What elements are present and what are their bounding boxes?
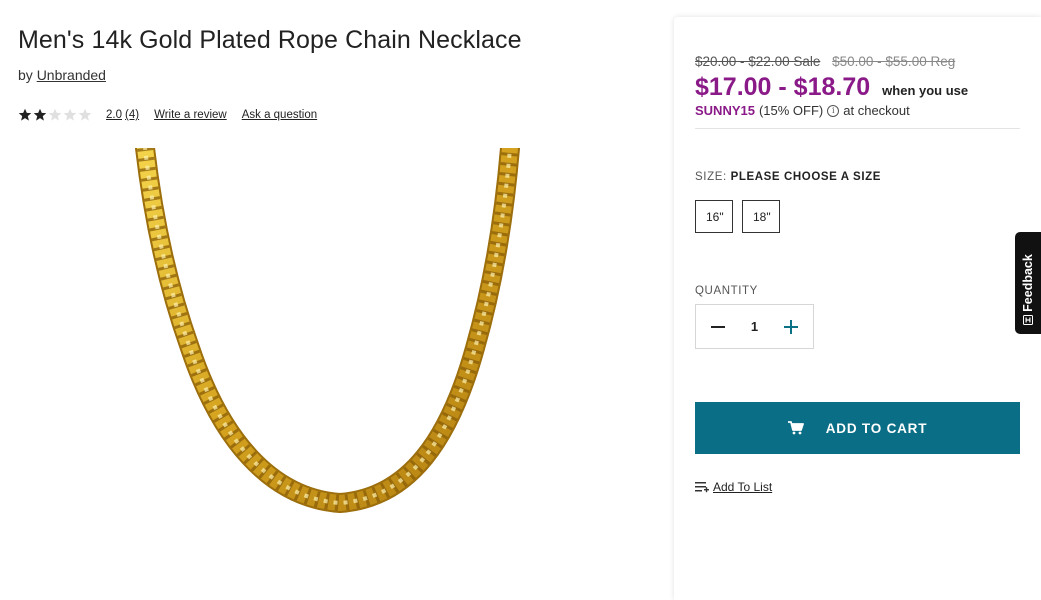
coupon-code: SUNNY15 [695, 103, 755, 118]
star-filled-icon [33, 108, 47, 121]
product-title: Men's 14k Gold Plated Rope Chain Necklac… [18, 26, 522, 54]
star-empty-icon [78, 108, 92, 121]
add-to-cart-label: ADD TO CART [825, 420, 928, 436]
feedback-label: Feedback [1021, 254, 1035, 312]
when-you-use-text: when you use [882, 83, 969, 98]
quantity-label: QUANTITY [695, 285, 758, 297]
product-image[interactable] [110, 138, 550, 568]
cart-icon [787, 421, 804, 435]
at-checkout-text: at checkout [843, 103, 910, 118]
rating-value-link[interactable]: 2.0 [106, 109, 122, 121]
ask-question-link[interactable]: Ask a question [242, 109, 317, 121]
decrease-quantity-button[interactable] [706, 315, 730, 339]
size-label: SIZE: PLEASE CHOOSE A SIZE [695, 171, 881, 183]
info-icon[interactable]: i [827, 104, 840, 117]
plus-icon-vertical [789, 319, 792, 334]
star-empty-icon [48, 108, 62, 121]
divider [695, 128, 1020, 129]
add-to-list-label: Add To List [713, 480, 773, 494]
increase-quantity-button[interactable] [779, 315, 803, 339]
feedback-icon [1023, 315, 1033, 325]
purchase-panel: $20.00 - $22.00 Sale $50.00 - $55.00 Reg… [674, 17, 1041, 600]
promo-price: $17.00 - $18.70 [695, 73, 871, 101]
by-prefix: by [18, 67, 33, 83]
byline: by Unbranded [18, 67, 106, 83]
review-count-link[interactable]: (4) [125, 109, 139, 121]
quantity-stepper: 1 [695, 304, 814, 349]
size-option-18[interactable]: 18" [742, 200, 780, 233]
sale-price-range: $20.00 - $22.00 Sale [695, 54, 821, 69]
size-option-16[interactable]: 16" [695, 200, 733, 233]
brand-link[interactable]: Unbranded [37, 67, 106, 83]
write-review-link[interactable]: Write a review [154, 109, 227, 121]
star-filled-icon [18, 108, 32, 121]
quantity-value[interactable]: 1 [751, 319, 758, 334]
original-prices: $20.00 - $22.00 Sale $50.00 - $55.00 Reg [695, 54, 955, 69]
size-label-value: PLEASE CHOOSE A SIZE [730, 171, 882, 183]
size-options: 16" 18" [695, 200, 780, 233]
add-to-list-link[interactable]: Add To List [695, 480, 772, 494]
rope-chain-image [135, 138, 520, 514]
coupon-discount: (15% OFF) [758, 103, 824, 118]
regular-price-range: $50.00 - $55.00 Reg [832, 54, 956, 69]
star-rating [18, 108, 92, 122]
promo-price-row: $17.00 - $18.70 when you use [695, 73, 968, 102]
coupon-row: SUNNY15 (15% OFF) i at checkout [695, 103, 910, 118]
rating-row: 2.0 (4) Write a review Ask a question [18, 106, 332, 124]
add-to-cart-button[interactable]: ADD TO CART [695, 402, 1020, 454]
minus-icon [711, 325, 725, 328]
star-empty-icon [63, 108, 77, 121]
size-label-key: SIZE: [695, 171, 727, 183]
feedback-tab[interactable]: Feedback [1015, 232, 1041, 334]
list-icon [695, 481, 709, 492]
